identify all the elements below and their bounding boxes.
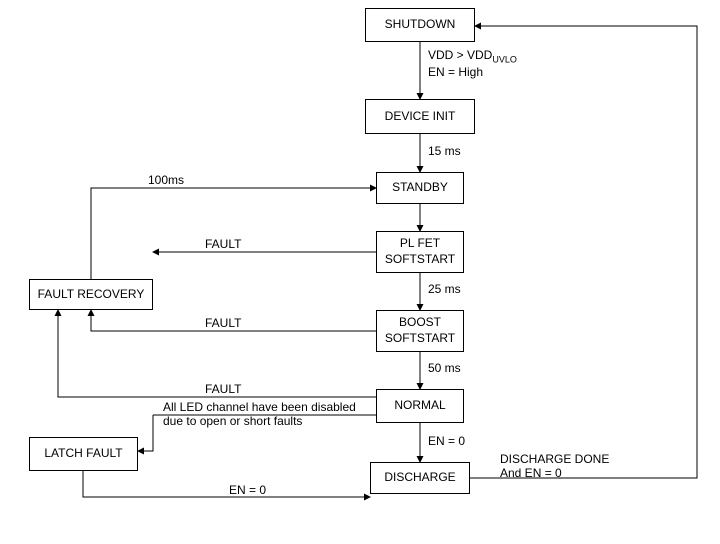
edge-normal-latch: All LED channel have been disabled due t… — [163, 400, 356, 429]
edge-text: 100ms — [148, 173, 184, 187]
state-device-init: DEVICE INIT — [365, 99, 475, 134]
edge-boost-normal: 50 ms — [428, 361, 461, 375]
state-label: SHUTDOWN — [385, 17, 456, 33]
edge-text: VDD > VDD — [428, 48, 492, 62]
edge-text: FAULT — [205, 382, 241, 396]
edge-text: due to open or short faults — [163, 414, 302, 428]
edge-text: 50 ms — [428, 361, 461, 375]
state-fault-recovery: FAULT RECOVERY — [29, 279, 153, 310]
edge-text: 25 ms — [428, 282, 461, 296]
state-standby: STANDBY — [376, 172, 464, 204]
state-label: PL FET SOFTSTART — [385, 236, 455, 267]
state-diagram: SHUTDOWN DEVICE INIT STANDBY PL FET SOFT… — [0, 0, 720, 544]
state-label: NORMAL — [394, 398, 445, 414]
edge-discharge-shutdown: DISCHARGE DONE And EN = 0 — [500, 452, 609, 481]
edge-shutdown-init: VDD > VDDUVLO EN = High — [428, 48, 517, 80]
edge-text: All LED channel have been disabled — [163, 400, 356, 414]
edge-text: DISCHARGE DONE — [500, 452, 609, 466]
edge-text: FAULT — [205, 316, 241, 330]
state-label: FAULT RECOVERY — [38, 287, 145, 303]
edge-init-standby: 15 ms — [428, 144, 461, 158]
edge-text: And EN = 0 — [500, 466, 562, 480]
edge-normal-fault: FAULT — [205, 382, 241, 396]
state-label: DISCHARGE — [384, 470, 455, 486]
state-latch-fault: LATCH FAULT — [29, 437, 138, 471]
edge-sub: UVLO — [492, 54, 517, 64]
state-discharge: DISCHARGE — [370, 462, 470, 494]
state-normal: NORMAL — [376, 389, 464, 423]
edge-text: 15 ms — [428, 144, 461, 158]
state-boost-softstart: BOOST SOFTSTART — [376, 310, 464, 352]
edge-recovery-standby: 100ms — [148, 173, 184, 187]
state-plfet-softstart: PL FET SOFTSTART — [376, 231, 464, 273]
state-label: LATCH FAULT — [44, 446, 122, 462]
edge-plfet-boost: 25 ms — [428, 282, 461, 296]
edge-normal-discharge: EN = 0 — [428, 434, 465, 448]
state-label: STANDBY — [392, 180, 448, 196]
edge-text: EN = High — [428, 65, 483, 79]
state-shutdown: SHUTDOWN — [365, 8, 475, 42]
edge-text: EN = 0 — [229, 483, 266, 497]
edge-latch-discharge: EN = 0 — [229, 483, 266, 497]
edge-text: EN = 0 — [428, 434, 465, 448]
edge-plfet-fault: FAULT — [205, 237, 241, 251]
state-label: DEVICE INIT — [385, 109, 456, 125]
edge-boost-fault: FAULT — [205, 316, 241, 330]
state-label: BOOST SOFTSTART — [385, 315, 455, 346]
edge-text: FAULT — [205, 237, 241, 251]
